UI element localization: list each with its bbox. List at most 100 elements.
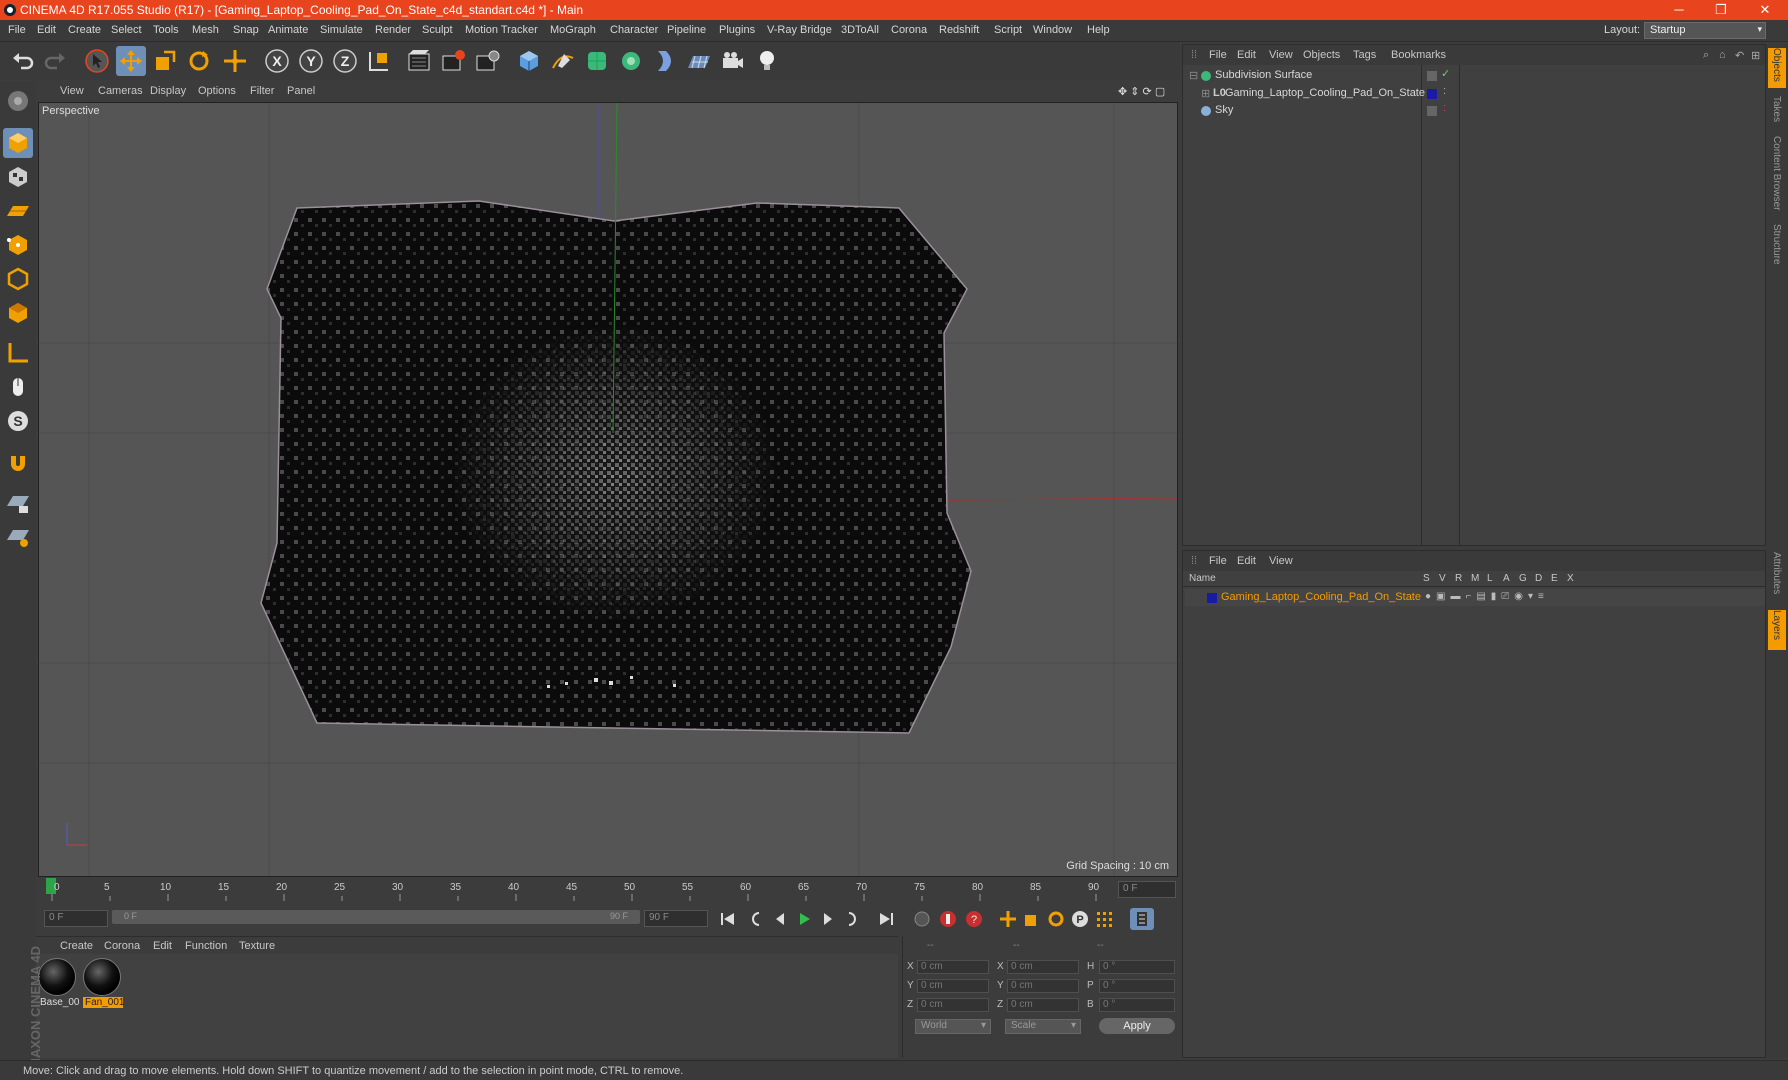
layer-icon[interactable] bbox=[1427, 106, 1437, 116]
live-select-icon[interactable] bbox=[220, 46, 250, 76]
axis-mode-icon[interactable] bbox=[3, 338, 33, 368]
object-row[interactable]: ⊞ L0 Gaming_Laptop_Cooling_Pad_On_State … bbox=[1185, 85, 1765, 102]
floor-icon[interactable] bbox=[684, 46, 714, 76]
menu-character[interactable]: Character bbox=[610, 24, 658, 36]
visibility-dots-icon[interactable]: : bbox=[1443, 85, 1446, 97]
magnet-icon[interactable] bbox=[3, 448, 33, 478]
menu-pipeline[interactable]: Pipeline bbox=[667, 24, 706, 36]
menu-sculpt[interactable]: Sculpt bbox=[422, 24, 453, 36]
record-icon[interactable] bbox=[936, 908, 960, 930]
layer-flag-icons[interactable]: ●▣▬⌐▤▮⎚◉▾≡ bbox=[1425, 591, 1549, 602]
play-icon[interactable] bbox=[792, 908, 816, 930]
world-coord-icon[interactable] bbox=[364, 46, 394, 76]
maximize-button[interactable]: ❐ bbox=[1706, 1, 1736, 19]
object-menu-objects[interactable]: Objects bbox=[1303, 49, 1340, 61]
go-to-start-icon[interactable] bbox=[716, 908, 740, 930]
viewport-nav-icons[interactable]: ✥ ⇕ ⟳ ▢ bbox=[1118, 85, 1165, 98]
array-icon[interactable] bbox=[616, 46, 646, 76]
menu-script[interactable]: Script bbox=[994, 24, 1022, 36]
viewport-perspective[interactable]: Perspective Grid Spacing : 10 cm bbox=[38, 102, 1178, 877]
rotation-h-field[interactable]: 0 ° bbox=[1099, 960, 1175, 974]
layer-menu-edit[interactable]: Edit bbox=[1237, 555, 1256, 567]
layer-color-swatch[interactable] bbox=[1427, 89, 1437, 99]
menu-corona[interactable]: Corona bbox=[891, 24, 927, 36]
end-frame-field[interactable]: 90 F bbox=[644, 910, 708, 927]
position-z-field[interactable]: 0 cm bbox=[917, 998, 989, 1012]
material-menu-create[interactable]: Create bbox=[60, 940, 93, 952]
apply-button[interactable]: Apply bbox=[1099, 1018, 1175, 1034]
visibility-dots-icon[interactable]: : bbox=[1443, 102, 1446, 114]
texture-mode-icon[interactable] bbox=[3, 162, 33, 192]
position-x-field[interactable]: 0 cm bbox=[917, 960, 989, 974]
expand-toggle[interactable]: ⊟ bbox=[1189, 69, 1198, 82]
frame-range-slider[interactable]: 0 F 90 F bbox=[112, 910, 640, 924]
size-mode-dropdown[interactable]: Scale ▾ bbox=[1005, 1019, 1081, 1034]
menu-mograph[interactable]: MoGraph bbox=[550, 24, 596, 36]
key-position-icon[interactable] bbox=[996, 908, 1020, 930]
layer-icon[interactable] bbox=[1427, 71, 1437, 81]
expand-icon[interactable]: ⊞ bbox=[1751, 49, 1760, 62]
object-menu-view[interactable]: View bbox=[1269, 49, 1293, 61]
edges-mode-icon[interactable] bbox=[3, 264, 33, 294]
polygons-mode-icon[interactable] bbox=[3, 298, 33, 328]
deformer-icon[interactable] bbox=[650, 46, 680, 76]
material-menu-edit[interactable]: Edit bbox=[153, 940, 172, 952]
size-x-field[interactable]: 0 cm bbox=[1007, 960, 1079, 974]
menu-tools[interactable]: Tools bbox=[153, 24, 179, 36]
key-rotation-icon[interactable] bbox=[1044, 908, 1068, 930]
viewport-menu-display[interactable]: Display bbox=[150, 85, 186, 97]
viewport-menu-cameras[interactable]: Cameras bbox=[98, 85, 143, 97]
object-menu-bookmarks[interactable]: Bookmarks bbox=[1391, 49, 1446, 61]
workplane-icon[interactable] bbox=[3, 196, 33, 226]
render-view-icon[interactable] bbox=[404, 46, 434, 76]
close-button[interactable]: ✕ bbox=[1750, 1, 1780, 19]
z-axis-icon[interactable]: Z bbox=[330, 46, 360, 76]
start-frame-field[interactable]: 0 F bbox=[44, 910, 108, 927]
make-editable-icon[interactable] bbox=[3, 86, 33, 116]
render-picture-queue-icon[interactable] bbox=[438, 46, 468, 76]
move-icon[interactable] bbox=[116, 46, 146, 76]
subdivision-nurbs-icon[interactable] bbox=[582, 46, 612, 76]
home-icon[interactable]: ⌂ bbox=[1719, 49, 1726, 61]
expand-toggle[interactable]: ⊞ bbox=[1201, 87, 1210, 100]
layer-color-swatch[interactable] bbox=[1207, 593, 1217, 603]
menu-select[interactable]: Select bbox=[111, 24, 142, 36]
search-icon[interactable]: ⌕ bbox=[1703, 49, 1709, 62]
scale-icon[interactable] bbox=[150, 46, 180, 76]
menu-redshift[interactable]: Redshift bbox=[939, 24, 979, 36]
menu-create[interactable]: Create bbox=[68, 24, 101, 36]
size-z-field[interactable]: 0 cm bbox=[1007, 998, 1079, 1012]
material-menu-texture[interactable]: Texture bbox=[239, 940, 275, 952]
layer-row[interactable]: Gaming_Laptop_Cooling_Pad_On_State ●▣▬⌐▤… bbox=[1185, 589, 1765, 606]
next-frame-icon[interactable] bbox=[816, 908, 840, 930]
rotation-b-field[interactable]: 0 ° bbox=[1099, 998, 1175, 1012]
timeline-window-icon[interactable] bbox=[1130, 908, 1154, 930]
redo-icon[interactable] bbox=[40, 46, 70, 76]
timeline-ruler[interactable]: 0 5 10 15 20 25 30 35 40 45 50 55 60 65 … bbox=[38, 878, 1178, 902]
tab-structure[interactable]: Structure bbox=[1768, 224, 1786, 274]
tab-takes[interactable]: Takes bbox=[1768, 96, 1786, 126]
material-menu-function[interactable]: Function bbox=[185, 940, 227, 952]
pen-spline-icon[interactable] bbox=[548, 46, 578, 76]
coordinate-space-dropdown[interactable]: World ▾ bbox=[915, 1019, 991, 1034]
viewport-menu-view[interactable]: View bbox=[60, 85, 84, 97]
edit-render-settings-icon[interactable] bbox=[472, 46, 502, 76]
object-row[interactable]: Sky : bbox=[1185, 102, 1765, 119]
snapping-icon[interactable]: S bbox=[3, 406, 33, 436]
viewport-menu-options[interactable]: Options bbox=[198, 85, 236, 97]
menu-render[interactable]: Render bbox=[375, 24, 411, 36]
viewport-menu-filter[interactable]: Filter bbox=[250, 85, 274, 97]
previous-key-icon[interactable] bbox=[744, 908, 768, 930]
material-menu-corona[interactable]: Corona bbox=[104, 940, 140, 952]
camera-icon[interactable] bbox=[718, 46, 748, 76]
menu-window[interactable]: Window bbox=[1033, 24, 1072, 36]
size-y-field[interactable]: 0 cm bbox=[1007, 979, 1079, 993]
planar-workplane-icon[interactable] bbox=[3, 522, 33, 552]
autokey-icon[interactable]: ? bbox=[962, 908, 986, 930]
position-y-field[interactable]: 0 cm bbox=[917, 979, 989, 993]
viewport-menu-panel[interactable]: Panel bbox=[287, 85, 315, 97]
tab-content-browser[interactable]: Content Browser bbox=[1768, 136, 1786, 216]
locked-workplane-icon[interactable] bbox=[3, 488, 33, 518]
menu-simulate[interactable]: Simulate bbox=[320, 24, 363, 36]
undo-icon[interactable] bbox=[8, 46, 38, 76]
